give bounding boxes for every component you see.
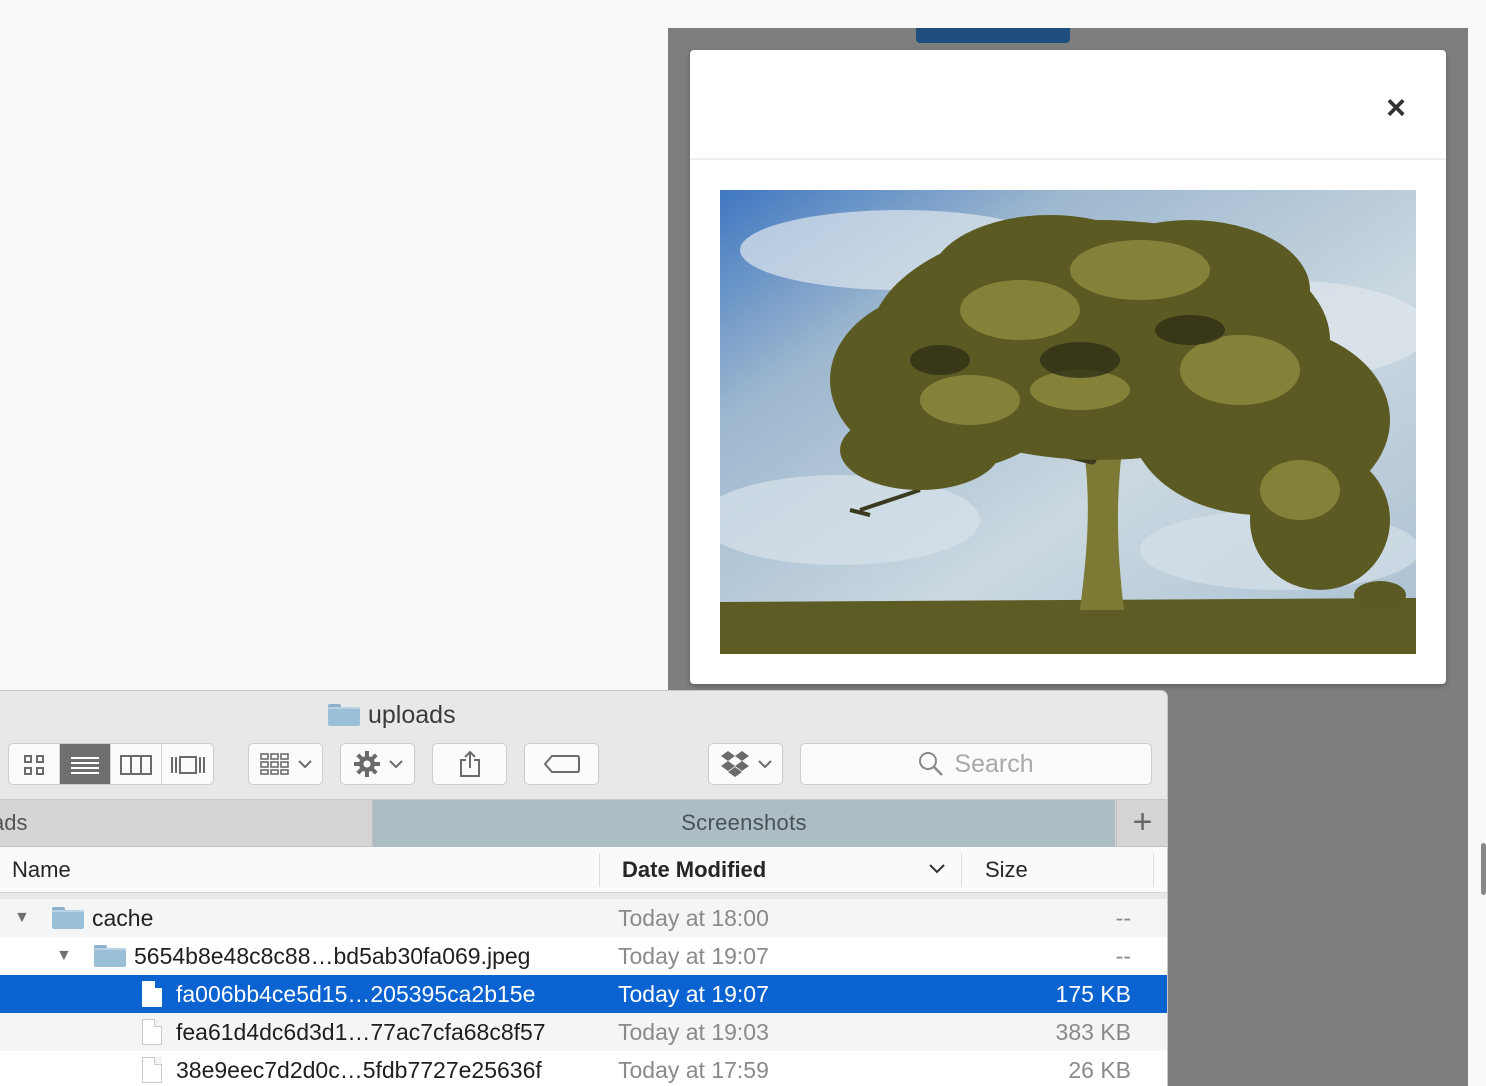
close-button[interactable]: × [1374, 88, 1418, 132]
date-modified: Today at 19:03 [618, 1019, 769, 1045]
group-by-button[interactable] [248, 743, 323, 785]
chevron-down-icon [388, 760, 403, 769]
sort-chevron-icon [929, 864, 945, 874]
file-name: 38e9eec7d2d0c…5fdb7727e25636f [176, 1057, 542, 1083]
document-icon [142, 1019, 162, 1045]
tree-photo [720, 190, 1416, 654]
column-header-date-modified[interactable]: Date Modified [622, 847, 766, 892]
date-modified: Today at 17:59 [618, 1057, 769, 1083]
window-title: uploads [328, 701, 456, 729]
document-icon [142, 1057, 162, 1083]
finder-window: uploads Search ad [0, 691, 1167, 1086]
search-icon [919, 752, 944, 776]
date-modified: Today at 19:07 [618, 981, 769, 1007]
tags-button[interactable] [524, 743, 599, 785]
table-row[interactable]: 38e9eec7d2d0c…5fdb7727e25636f Today at 1… [0, 1051, 1167, 1086]
file-size: -- [1115, 905, 1131, 931]
table-row[interactable]: ▼ cache Today at 18:00 -- [0, 899, 1167, 937]
document-icon [142, 981, 162, 1007]
share-button[interactable] [432, 743, 507, 785]
file-size: 383 KB [1055, 1019, 1131, 1045]
folder-icon [94, 945, 126, 967]
file-name: cache [92, 905, 154, 931]
gear-icon [353, 751, 380, 777]
table-row[interactable]: fea61d4dc6d3d1…77ac7cfa68c8f57 Today at … [0, 1013, 1167, 1051]
file-name: 5654b8e48c8c88…bd5ab30fa069.jpeg [134, 943, 531, 969]
action-menu-button[interactable] [340, 743, 415, 785]
window-title-label: uploads [368, 700, 456, 729]
column-header-row: Name Date Modified Size [0, 847, 1167, 893]
list-icon [71, 757, 99, 774]
column-divider[interactable] [961, 853, 962, 887]
chevron-down-icon [297, 760, 312, 769]
gallery-view-button[interactable] [162, 744, 213, 784]
column-divider[interactable] [599, 853, 600, 887]
disclosure-triangle-icon[interactable]: ▼ [56, 937, 72, 975]
tab-screenshots[interactable]: Screenshots [373, 800, 1115, 847]
scrollbar[interactable] [1481, 843, 1486, 895]
column-header-name[interactable]: Name [12, 847, 71, 892]
columns-icon [120, 755, 152, 775]
column-view-button[interactable] [111, 744, 162, 784]
view-mode-control [8, 743, 214, 785]
search-field[interactable]: Search [800, 743, 1152, 785]
search-placeholder: Search [954, 749, 1034, 778]
chevron-down-icon [757, 760, 772, 769]
page-header-strip [916, 28, 1070, 43]
dropbox-button[interactable] [708, 743, 783, 785]
file-size: 26 KB [1068, 1057, 1131, 1083]
tab-bar: ads Screenshots + [0, 799, 1167, 847]
file-name: fa006bb4ce5d15…205395ca2b15e [176, 981, 536, 1007]
dropbox-icon [720, 751, 749, 777]
column-header-size[interactable]: Size [985, 847, 1028, 892]
grid-icon [24, 755, 44, 775]
disclosure-triangle-icon[interactable]: ▼ [14, 899, 30, 937]
modal-header-divider [690, 158, 1446, 160]
file-size: 175 KB [1055, 981, 1131, 1007]
table-row[interactable]: ▼ 5654b8e48c8c88…bd5ab30fa069.jpeg Today… [0, 937, 1167, 975]
folder-icon [52, 907, 84, 929]
file-name: fea61d4dc6d3d1…77ac7cfa68c8f57 [176, 1019, 546, 1045]
tag-icon [543, 755, 580, 773]
column-divider[interactable] [1153, 853, 1154, 887]
table-row-selected[interactable]: fa006bb4ce5d15…205395ca2b15e Today at 19… [0, 975, 1167, 1013]
file-size: -- [1115, 943, 1131, 969]
image-preview-modal: × [690, 50, 1446, 684]
coverflow-icon [170, 756, 205, 774]
folder-icon [328, 704, 360, 726]
group-grid-icon [259, 753, 289, 775]
list-view-button[interactable] [60, 744, 111, 784]
date-modified: Today at 19:07 [618, 943, 769, 969]
date-modified: Today at 18:00 [618, 905, 769, 931]
new-tab-button[interactable]: + [1116, 800, 1167, 847]
close-icon: × [1386, 89, 1406, 127]
tab-uploads[interactable]: ads [0, 800, 373, 847]
share-icon [459, 750, 480, 777]
icon-view-button[interactable] [9, 744, 60, 784]
